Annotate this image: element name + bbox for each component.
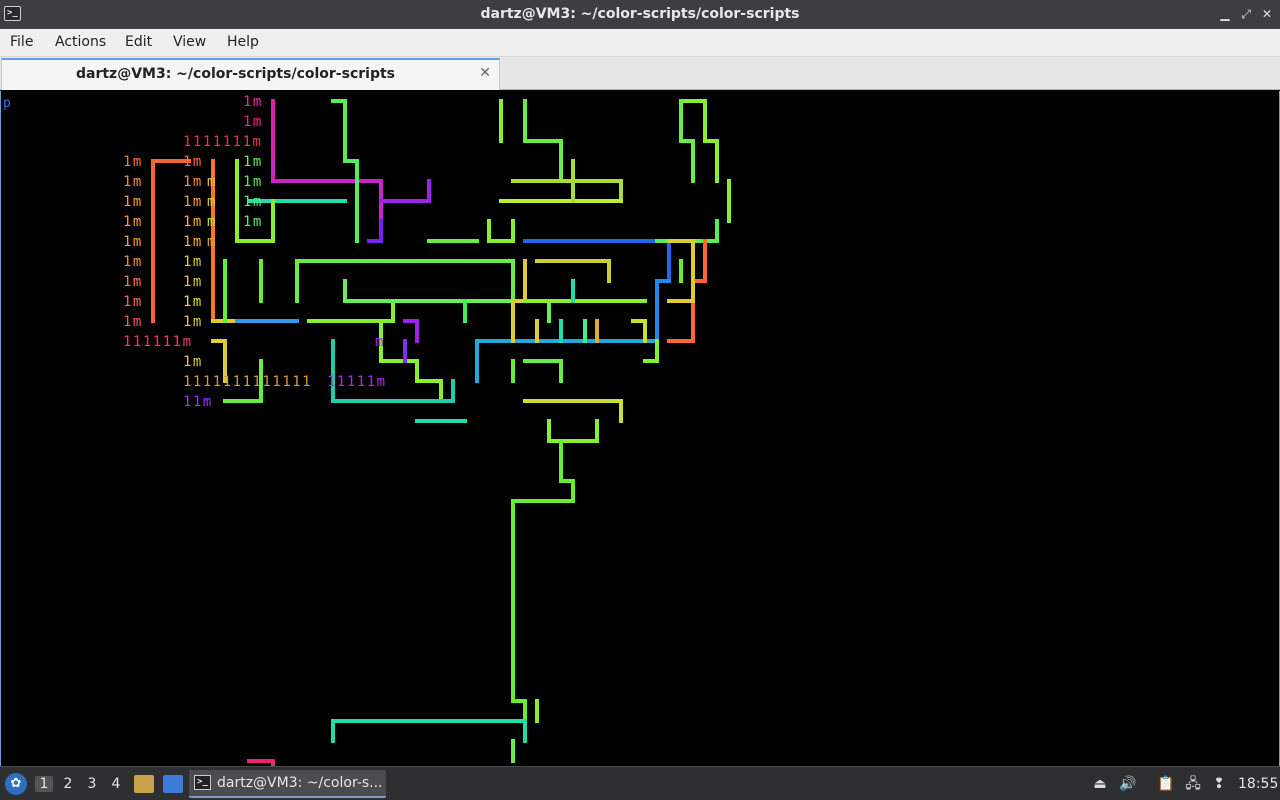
- pipe-segment: [655, 219, 719, 243]
- file-manager-icon[interactable]: [134, 775, 154, 793]
- terminal-text: 1m: [183, 154, 203, 170]
- pipe-segment: [511, 179, 623, 203]
- terminal-text: 1111111m: [183, 134, 262, 150]
- workspace-2[interactable]: 2: [59, 776, 77, 792]
- terminal-text: 1m: [123, 314, 143, 330]
- tab-bar: dartz@VM3: ~/color-scripts/color-scripts…: [0, 57, 1280, 90]
- pipe-segment: [475, 339, 659, 383]
- pipes-art: p 1m1m1111111m1m 1m 1m1m 1m m 1m1m 1m m 1m1m 1m m 1m…: [3, 94, 731, 766]
- terminal-text: 1m: [183, 314, 203, 330]
- terminal-text: 1m: [183, 174, 203, 190]
- taskbar: ✿ 1 2 3 4 >_ dartz@VM3: ~/color-s... ⏏ 🔊…: [0, 766, 1280, 800]
- workspace-3[interactable]: 3: [83, 776, 101, 792]
- workspace-4[interactable]: 4: [107, 776, 125, 792]
- lxqt-start-icon[interactable]: ✿: [5, 773, 27, 795]
- menu-edit[interactable]: Edit: [125, 34, 152, 50]
- terminal-text: 11m: [183, 394, 213, 410]
- terminal-text: 1m: [183, 254, 203, 270]
- pipe-segment: [547, 419, 599, 443]
- terminal-text: 1m: [243, 194, 263, 210]
- menu-file[interactable]: File: [10, 34, 33, 50]
- terminal-text: 1m: [183, 234, 203, 250]
- pipe-segment: [535, 259, 611, 283]
- clipboard-icon[interactable]: 📋: [1157, 775, 1175, 793]
- clock: 18:55: [1238, 776, 1279, 792]
- pipe-segment: [331, 99, 359, 243]
- terminal-text: 1m: [243, 154, 263, 170]
- terminal-text: 1m: [243, 214, 263, 230]
- terminal-output[interactable]: p 1m 1m 1111111m 1m 1m 1m 1m 1m m 1m 1m 1m m 1m 1m 1m m 1m…: [0, 91, 1280, 766]
- volume-icon[interactable]: 🔊: [1119, 775, 1137, 793]
- show-desktop-icon[interactable]: [163, 775, 183, 793]
- terminal-text: m: [207, 174, 217, 190]
- tab-close-icon[interactable]: ✕: [479, 65, 491, 81]
- terminal-icon: >_: [194, 775, 211, 790]
- pipe-segment: [487, 219, 515, 243]
- close-button[interactable]: ✕: [1258, 5, 1276, 23]
- pipe-segment: [667, 239, 707, 343]
- pipe-segment: [331, 719, 527, 743]
- pipe-segment: [307, 299, 431, 323]
- terminal-text: 1m: [243, 94, 263, 110]
- terminal-text: m: [375, 334, 385, 350]
- pipe-segment: [379, 319, 443, 403]
- terminal-text: 1m: [183, 294, 203, 310]
- terminal-text: 1m: [123, 174, 143, 190]
- pipe-segment: [523, 399, 623, 423]
- terminal-text: 1m: [123, 234, 143, 250]
- tab-label: dartz@VM3: ~/color-scripts/color-scripts: [75, 66, 395, 82]
- terminal-text: 1m: [123, 194, 143, 210]
- terminal-text: 1m: [183, 214, 203, 230]
- pipe-segment: [643, 339, 659, 363]
- pipe-segment: [679, 99, 695, 183]
- pipe-segment: [511, 439, 575, 723]
- terminal-text: 1m: [123, 274, 143, 290]
- terminal-text: m: [207, 234, 217, 250]
- prompt-fragment: p: [3, 96, 11, 111]
- pipe-segment: [295, 259, 515, 303]
- terminal-text: 1m: [243, 114, 263, 130]
- terminal-text: 11111m: [327, 374, 387, 390]
- window-titlebar: >_ dartz@VM3: ~/color-scripts/color-scri…: [0, 0, 1280, 29]
- terminal-text: 111111m: [123, 334, 193, 350]
- terminal-text: m: [207, 214, 217, 230]
- terminal-text: 1m: [183, 354, 203, 370]
- tab-terminal[interactable]: dartz@VM3: ~/color-scripts/color-scripts…: [1, 58, 500, 90]
- task-label: dartz@VM3: ~/color-s...: [217, 775, 383, 791]
- workspace-1[interactable]: 1: [35, 776, 53, 792]
- update-notifier-icon[interactable]: ❢: [1210, 775, 1228, 793]
- eject-icon[interactable]: ⏏: [1091, 775, 1109, 793]
- pipe-segment: [331, 339, 455, 403]
- pipe-segment: [643, 279, 671, 343]
- pipe-segment: [523, 359, 563, 383]
- terminal-text: 1m: [183, 274, 203, 290]
- terminal-text: 1m: [183, 194, 203, 210]
- pipe-segment: [631, 319, 647, 343]
- pipe-segment: [403, 319, 419, 343]
- terminal-text: 1m: [123, 154, 143, 170]
- minimize-button[interactable]: ▁: [1216, 5, 1234, 23]
- network-icon[interactable]: 🖧: [1184, 775, 1202, 793]
- menu-actions[interactable]: Actions: [55, 34, 106, 50]
- menu-help[interactable]: Help: [227, 34, 259, 50]
- pipe-segment: [271, 159, 383, 223]
- terminal-text: 1111111111111: [183, 374, 312, 390]
- window-title: dartz@VM3: ~/color-scripts/color-scripts: [480, 6, 800, 22]
- terminal-text: m: [207, 194, 217, 210]
- terminal-text: 1m: [123, 294, 143, 310]
- menu-view[interactable]: View: [173, 34, 206, 50]
- maximize-button[interactable]: ⤢: [1237, 5, 1255, 23]
- taskbar-task-terminal[interactable]: >_ dartz@VM3: ~/color-s...: [189, 770, 386, 798]
- terminal-text: 1m: [243, 174, 263, 190]
- pipe-segment: [367, 219, 383, 243]
- terminal-text: 1m: [123, 254, 143, 270]
- menubar: File Actions Edit View Help: [0, 29, 1280, 57]
- pipe-segment: [379, 179, 431, 203]
- terminal-text: 1m: [123, 214, 143, 230]
- pipe-segment: [523, 99, 563, 183]
